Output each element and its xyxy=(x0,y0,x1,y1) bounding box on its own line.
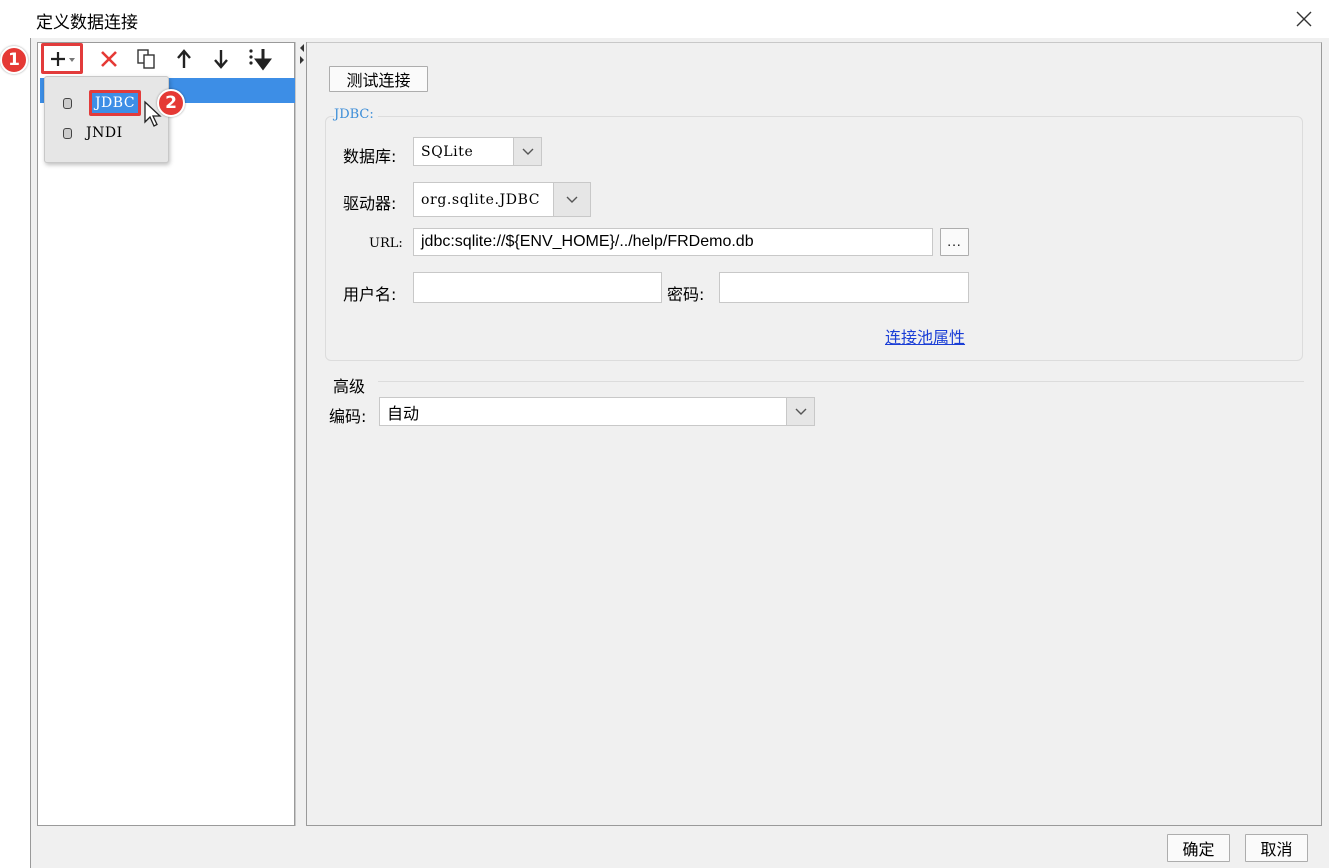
arrow-down-icon xyxy=(214,50,228,69)
close-button[interactable] xyxy=(1288,4,1320,34)
cancel-button[interactable]: 取消 xyxy=(1245,834,1308,862)
chevron-down-icon xyxy=(786,398,814,425)
database-select[interactable]: SQLite xyxy=(413,137,542,166)
callout-badge-2: 2 xyxy=(157,89,185,117)
database-icon xyxy=(63,127,72,139)
dialog-title: 定义数据连接 xyxy=(36,13,138,33)
delete-x-icon xyxy=(101,51,117,67)
ok-button[interactable]: 确定 xyxy=(1167,834,1230,862)
driver-select[interactable]: org.sqlite.JDBC xyxy=(413,182,591,217)
move-down-button[interactable] xyxy=(209,44,233,74)
plus-icon xyxy=(51,51,75,66)
advanced-section-title: 高级 xyxy=(333,377,366,396)
advanced-divider xyxy=(378,381,1304,382)
database-icon xyxy=(63,97,72,109)
connection-pool-link[interactable]: 连接池属性 xyxy=(885,324,965,348)
copy-icon xyxy=(137,49,155,69)
chevron-down-icon xyxy=(553,183,590,216)
sort-icon xyxy=(249,49,272,71)
username-label: 用户名: xyxy=(343,285,397,304)
encoding-label: 编码: xyxy=(329,407,367,426)
delete-connection-button[interactable] xyxy=(96,44,122,74)
password-input[interactable] xyxy=(719,272,969,303)
add-connection-button[interactable] xyxy=(41,43,83,74)
url-browse-button[interactable]: ... xyxy=(940,228,969,256)
encoding-select-value: 自动 xyxy=(387,403,420,423)
arrow-up-icon xyxy=(177,49,191,68)
url-label: URL: xyxy=(369,236,403,251)
callout-badge-1: 1 xyxy=(0,46,28,74)
collapse-arrows-icon[interactable] xyxy=(298,42,306,66)
menu-item-jdbc-label[interactable]: JDBC xyxy=(89,90,141,116)
username-input[interactable] xyxy=(413,272,662,303)
driver-select-value: org.sqlite.JDBC xyxy=(421,191,541,208)
database-label: 数据库: xyxy=(343,147,397,166)
panel-splitter[interactable] xyxy=(295,42,307,826)
chevron-down-icon xyxy=(513,138,541,165)
title-bar xyxy=(30,0,1329,38)
url-input[interactable]: jdbc:sqlite://${ENV_HOME}/../help/FRDemo… xyxy=(413,228,933,256)
copy-connection-button[interactable] xyxy=(132,44,160,74)
move-up-button[interactable] xyxy=(172,44,196,74)
password-label: 密码: xyxy=(667,285,705,304)
test-connection-button[interactable]: 测试连接 xyxy=(329,66,428,92)
jdbc-group-title: JDBC: xyxy=(334,107,378,122)
driver-label: 驱动器: xyxy=(343,194,397,213)
database-select-value: SQLite xyxy=(421,143,474,160)
close-icon xyxy=(1296,11,1312,27)
encoding-select[interactable]: 自动 xyxy=(379,397,815,426)
sort-button[interactable] xyxy=(244,44,274,74)
